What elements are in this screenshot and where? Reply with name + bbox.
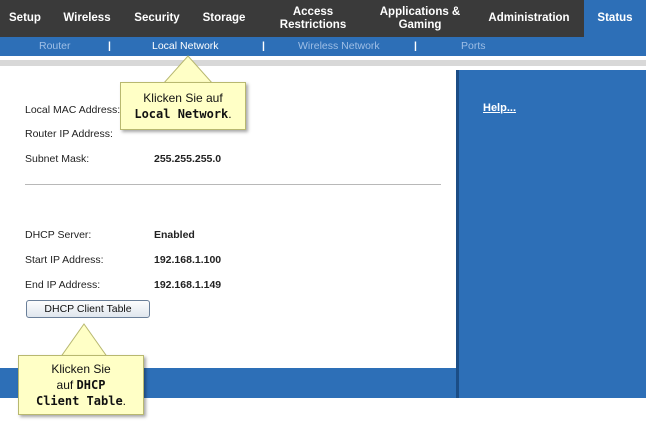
sub-nav: Router | Local Network | Wireless Networ… (0, 37, 646, 56)
end-ip-label: End IP Address: (25, 279, 101, 291)
tab-access-line2: Restrictions (279, 18, 347, 31)
tab-applications-gaming[interactable]: Applications & Gaming (366, 0, 474, 37)
callout-local-network-tail: . (228, 107, 232, 121)
callout-dhcp-line2-pre: auf (56, 378, 77, 392)
tab-status-label: Status (597, 12, 633, 24)
help-link[interactable]: Help... (483, 102, 516, 114)
tab-setup-label: Setup (9, 12, 41, 24)
callout-local-network-text: Klicken Sie auf (143, 91, 223, 105)
callout-dhcp-client-table: Klicken Sie auf DHCP Client Table. (18, 355, 144, 415)
end-ip-value: 192.168.1.149 (154, 279, 222, 291)
start-ip-label: Start IP Address: (25, 254, 104, 266)
local-mac-label: Local MAC Address: (25, 104, 121, 116)
router-ip-label: Router IP Address: (25, 128, 113, 140)
callout-dhcp-arrow (59, 323, 109, 358)
callout-dhcp-tail: . (122, 394, 127, 408)
tab-status[interactable]: Status (584, 0, 646, 37)
tab-administration-label: Administration (488, 12, 570, 24)
subnav-separator: | (108, 40, 111, 52)
dhcp-server-label: DHCP Server: (25, 229, 92, 241)
callout-local-network-bold: Local Network (134, 107, 229, 121)
subnav-separator: | (262, 40, 265, 52)
section-divider (25, 184, 441, 185)
subnav-separator: | (414, 40, 417, 52)
tab-applications-gaming-label: Applications & Gaming (380, 6, 461, 32)
header-divider-bar (0, 60, 646, 66)
callout-local-network: Klicken Sie auf Local Network. (120, 82, 246, 130)
subtab-router[interactable]: Router (39, 37, 71, 56)
tab-setup[interactable]: Setup (0, 0, 50, 37)
tab-apps-line1: Applications & (379, 5, 461, 18)
tab-storage[interactable]: Storage (190, 0, 258, 37)
tab-access-line1: Access (292, 5, 334, 18)
callout-local-network-arrow (162, 55, 214, 84)
tab-wireless[interactable]: Wireless (50, 0, 124, 37)
callout-dhcp-line2-bold: DHCP (76, 378, 106, 392)
subnet-mask-label: Subnet Mask: (25, 153, 90, 165)
subtab-wireless-network[interactable]: Wireless Network (298, 37, 380, 56)
dhcp-client-table-button[interactable]: DHCP Client Table (26, 300, 150, 318)
callout-dhcp-line3-bold: Client Table (35, 394, 123, 408)
help-panel: Help... (456, 70, 646, 398)
tab-administration[interactable]: Administration (474, 0, 584, 37)
top-nav: Setup Wireless Security Storage Access R… (0, 0, 646, 37)
tab-wireless-label: Wireless (63, 12, 111, 24)
callout-dhcp-line1: Klicken Sie (51, 362, 111, 376)
tab-access-restrictions[interactable]: Access Restrictions (260, 0, 366, 37)
tab-apps-line2: Gaming (398, 18, 442, 31)
start-ip-value: 192.168.1.100 (154, 254, 222, 266)
tab-security-label: Security (134, 12, 180, 24)
dhcp-server-value: Enabled (154, 229, 195, 241)
tab-storage-label: Storage (202, 12, 246, 24)
subnet-mask-value: 255.255.255.0 (154, 153, 222, 165)
subtab-ports[interactable]: Ports (461, 37, 486, 56)
tab-security[interactable]: Security (124, 0, 190, 37)
tab-access-restrictions-label: Access Restrictions (280, 6, 346, 32)
